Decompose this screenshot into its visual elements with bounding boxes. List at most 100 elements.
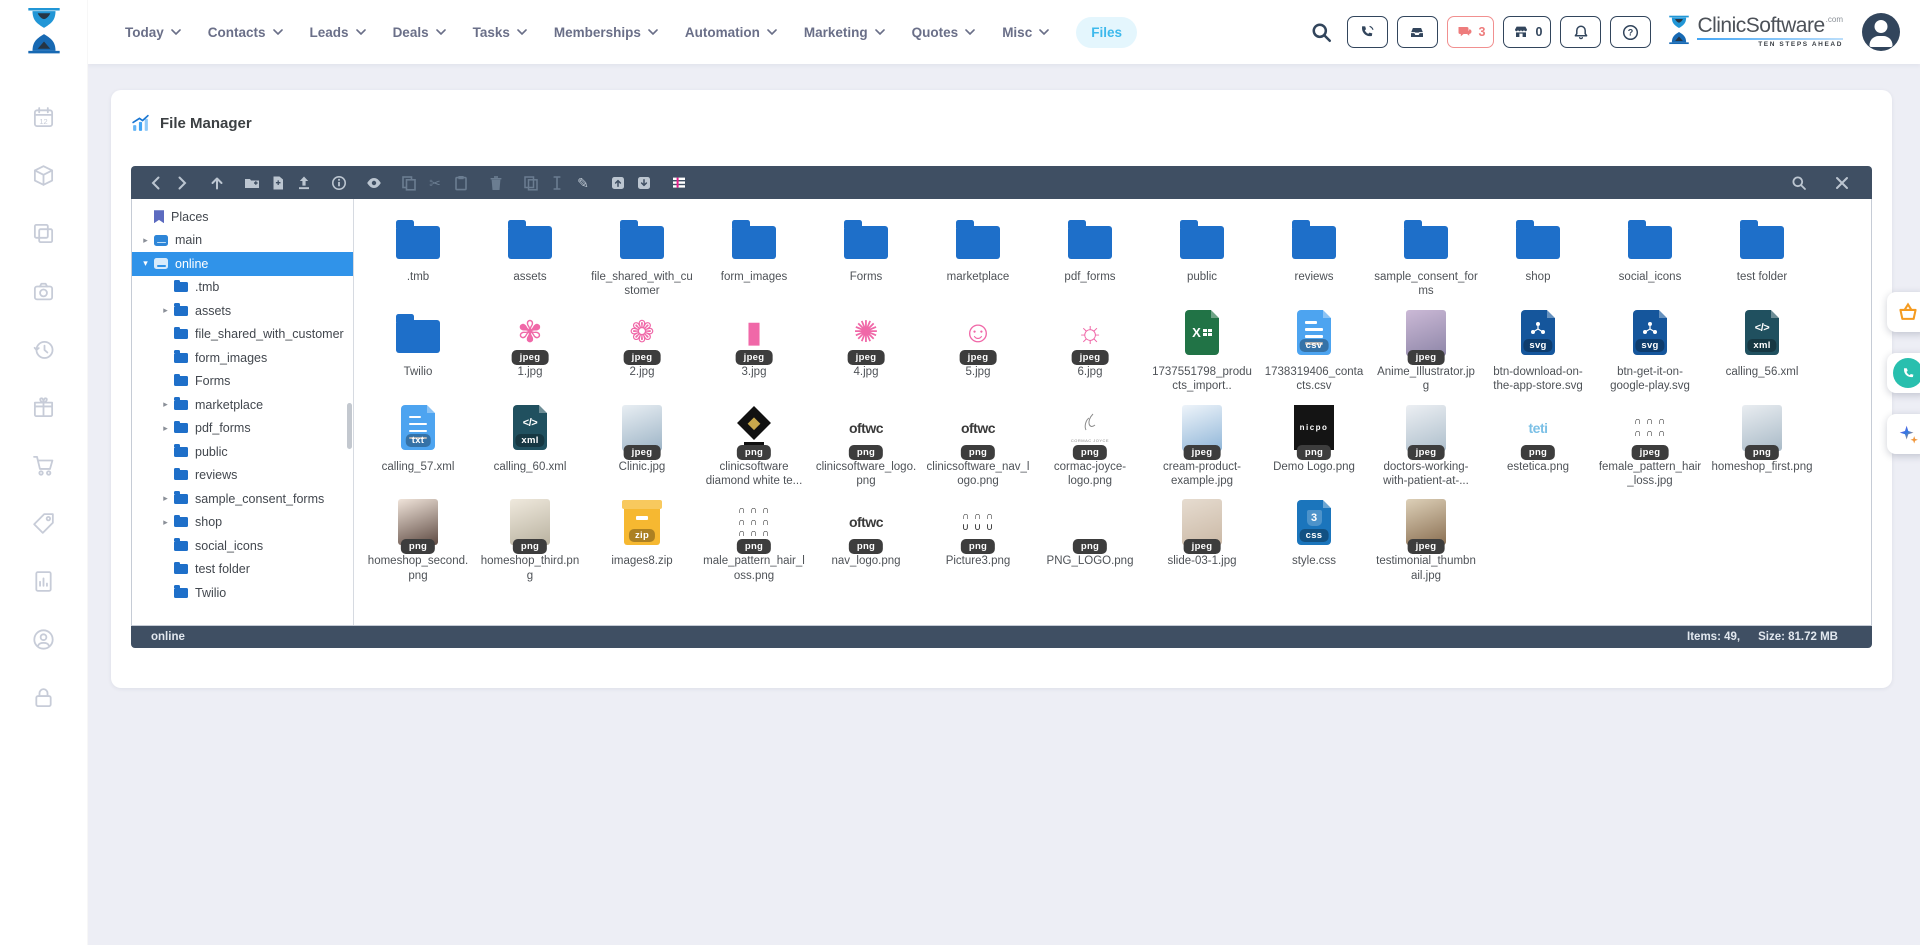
search-icon[interactable] [1311, 22, 1332, 43]
rail-cart-icon[interactable] [32, 453, 56, 477]
tree-item-tmb[interactable]: .tmb [132, 276, 353, 300]
ai-widget-button[interactable] [1887, 414, 1920, 454]
tree-item-test-folder[interactable]: test folder [132, 558, 353, 582]
inbox-button[interactable] [1397, 16, 1438, 48]
file-item-1-jpg[interactable]: ✾jpeg 1.jpg [474, 306, 586, 394]
folder-item-tmb[interactable]: .tmb [362, 211, 474, 299]
file-item-homeshop-second-png[interactable]: png homeshop_second.png [362, 495, 474, 583]
tree-item-public[interactable]: public [132, 440, 353, 464]
rail-report-icon[interactable] [32, 569, 56, 593]
toolbar-extract-icon[interactable] [633, 172, 654, 194]
tree-caret-icon[interactable]: ▸ [159, 305, 172, 316]
file-item-estetica-png[interactable]: tetipng estetica.png [1482, 401, 1594, 489]
nav-item-today[interactable]: Today [125, 25, 181, 40]
folder-item-social-icons[interactable]: social_icons [1594, 211, 1706, 299]
toolbar-paste-icon[interactable] [450, 172, 471, 194]
rail-camera-icon[interactable] [32, 279, 56, 303]
toolbar-cut-icon[interactable]: ✂ [424, 172, 445, 194]
brand-logo[interactable]: ClinicSoftware .com TEN STEPS AHEAD [1666, 15, 1843, 49]
file-item-1737551798-products-import[interactable]: X 1737551798_products_import.. [1146, 306, 1258, 394]
file-item-png-logo-png[interactable]: png PNG_LOGO.png [1034, 495, 1146, 583]
chat-button[interactable]: 3 [1447, 16, 1495, 48]
phone-button[interactable] [1347, 16, 1388, 48]
tree-caret-icon[interactable]: ▸ [159, 399, 172, 410]
folder-item-file-shared-with-customer[interactable]: file_shared_with_customer [586, 211, 698, 299]
clinicsoftware-hourglass-icon[interactable] [23, 8, 65, 59]
file-item-4-jpg[interactable]: ✺jpeg 4.jpg [810, 306, 922, 394]
tree-item-form-images[interactable]: form_images [132, 346, 353, 370]
tree-scrollbar[interactable] [347, 403, 352, 449]
file-item-5-jpg[interactable]: ☺jpeg 5.jpg [922, 306, 1034, 394]
folder-item-test-folder[interactable]: test folder [1706, 211, 1818, 299]
tree-item-pdf-forms[interactable]: ▸ pdf_forms [132, 417, 353, 441]
tree-item-sample-consent-forms[interactable]: ▸ sample_consent_forms [132, 487, 353, 511]
file-item-images8-zip[interactable]: zip images8.zip [586, 495, 698, 583]
file-item-clinicsoftware-diamond-white-te[interactable]: png clinicsoftware diamond white te... [698, 401, 810, 489]
nav-item-leads[interactable]: Leads [310, 25, 366, 40]
tree-item-online[interactable]: ▾ online [132, 252, 353, 276]
folder-item-reviews[interactable]: reviews [1258, 211, 1370, 299]
call-widget-button[interactable] [1887, 353, 1920, 393]
toolbar-up-icon[interactable] [206, 172, 227, 194]
tree-caret-icon[interactable]: ▸ [159, 423, 172, 434]
toolbar-back-icon[interactable] [145, 172, 166, 194]
file-item-6-jpg[interactable]: ☼jpeg 6.jpg [1034, 306, 1146, 394]
rail-history-icon[interactable] [32, 337, 56, 361]
file-item-clinicsoftware-nav-logo-png[interactable]: oftwcpng clinicsoftware_nav_logo.png [922, 401, 1034, 489]
toolbar-forward-icon[interactable] [171, 172, 192, 194]
toolbar-preview-icon[interactable] [363, 172, 384, 194]
toolbar-search-icon[interactable] [1788, 172, 1809, 194]
rail-lock-icon[interactable] [32, 685, 56, 709]
tree-caret-icon[interactable]: ▾ [139, 258, 152, 269]
file-item-btn-get-it-on-google-play-svg[interactable]: svg btn-get-it-on-google-play.svg [1594, 306, 1706, 394]
help-button[interactable]: ? [1610, 16, 1651, 48]
nav-item-files[interactable]: Files [1076, 17, 1137, 48]
tree-caret-icon[interactable]: ▸ [159, 517, 172, 528]
toolbar-new-file-icon[interactable] [267, 172, 288, 194]
file-item-female-pattern-hair-loss-jpg[interactable]: ∩ ∩ ∩∩ ∩ ∩jpeg female_pattern_hair_loss.… [1594, 401, 1706, 489]
nav-item-deals[interactable]: Deals [393, 25, 446, 40]
tree-caret-icon[interactable]: ▸ [159, 493, 172, 504]
file-item-1738319406-contacts-csv[interactable]: csv 1738319406_contacts.csv [1258, 306, 1370, 394]
nav-item-memberships[interactable]: Memberships [554, 25, 658, 40]
file-item-btn-download-on-the-app-store-svg[interactable]: svg btn-download-on-the-app-store.svg [1482, 306, 1594, 394]
file-item-3-jpg[interactable]: ▮jpeg 3.jpg [698, 306, 810, 394]
nav-item-quotes[interactable]: Quotes [912, 25, 976, 40]
rail-calendar-icon[interactable]: 12 [32, 105, 56, 129]
file-item-clinic-jpg[interactable]: jpeg Clinic.jpg [586, 401, 698, 489]
tree-item-twilio[interactable]: Twilio [132, 581, 353, 605]
folder-item-marketplace[interactable]: marketplace [922, 211, 1034, 299]
file-item-2-jpg[interactable]: ❁jpeg 2.jpg [586, 306, 698, 394]
toolbar-archive-icon[interactable] [607, 172, 628, 194]
rail-tag-icon[interactable] [32, 511, 56, 535]
toolbar-new-folder-icon[interactable] [241, 172, 262, 194]
toolbar-copy-icon[interactable] [398, 172, 419, 194]
file-item-homeshop-first-png[interactable]: png homeshop_first.png [1706, 401, 1818, 489]
rail-copy-icon[interactable] [32, 221, 56, 245]
file-item-male-pattern-hair-loss-png[interactable]: ∩ ∩ ∩∩ ∩ ∩∩ ∩ ∩png male_pattern_hair_los… [698, 495, 810, 583]
tree-item-file-shared-with-customer[interactable]: file_shared_with_customer [132, 323, 353, 347]
file-item-nav-logo-png[interactable]: oftwcpng nav_logo.png [810, 495, 922, 583]
rail-support-icon[interactable] [32, 627, 56, 651]
toolbar-info-icon[interactable] [328, 172, 349, 194]
file-item-slide-03-1-jpg[interactable]: jpeg slide-03-1.jpg [1146, 495, 1258, 583]
user-avatar[interactable] [1862, 13, 1900, 51]
folder-item-pdf-forms[interactable]: pdf_forms [1034, 211, 1146, 299]
file-item-demo-logo-png[interactable]: nicpopng Demo Logo.png [1258, 401, 1370, 489]
folder-item-assets[interactable]: assets [474, 211, 586, 299]
tree-item-assets[interactable]: ▸ assets [132, 299, 353, 323]
toolbar-rename-icon[interactable] [546, 172, 567, 194]
notifications-button[interactable] [1560, 16, 1601, 48]
tree-caret-icon[interactable]: ▸ [139, 235, 152, 246]
rail-gift-icon[interactable] [32, 395, 56, 419]
toolbar-upload-icon[interactable] [293, 172, 314, 194]
folder-item-form-images[interactable]: form_images [698, 211, 810, 299]
tree-item-places[interactable]: Places [132, 205, 353, 229]
shop-widget-button[interactable] [1887, 292, 1920, 332]
tree-item-shop[interactable]: ▸ shop [132, 511, 353, 535]
toolbar-duplicate-icon[interactable] [520, 172, 541, 194]
file-item-clinicsoftware-logo-png[interactable]: oftwcpng clinicsoftware_logo.png [810, 401, 922, 489]
store-button[interactable]: 0 [1503, 16, 1551, 48]
folder-item-twilio[interactable]: Twilio [362, 306, 474, 394]
nav-item-marketing[interactable]: Marketing [804, 25, 885, 40]
